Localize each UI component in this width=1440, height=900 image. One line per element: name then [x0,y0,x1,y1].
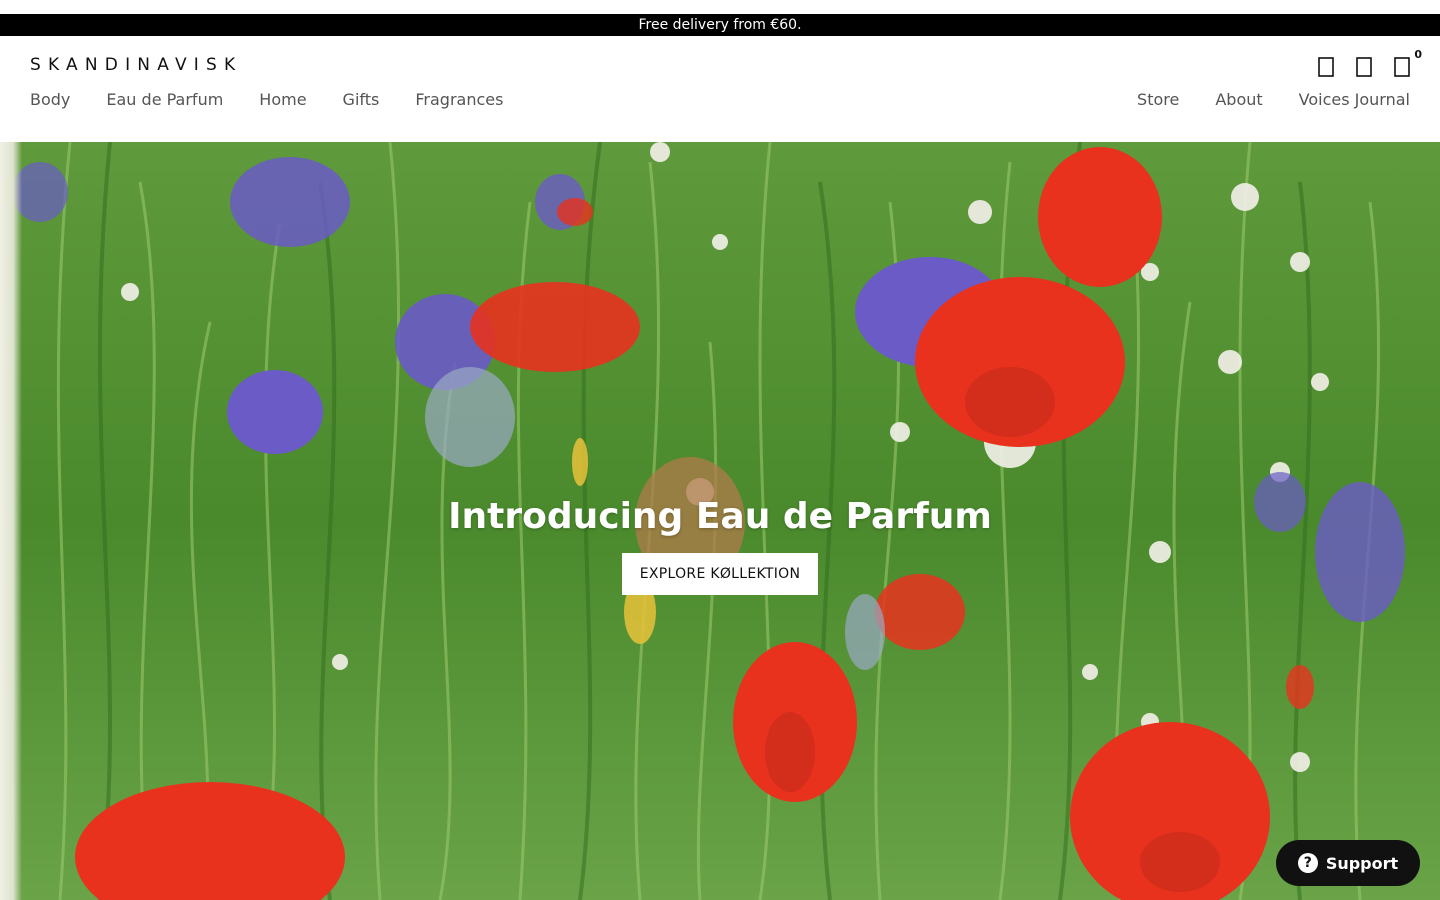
site-header: SKANDINAVISK Body Eau de Parfum Home Gif… [0,36,1440,142]
account-icon[interactable] [1356,56,1374,78]
header-icons: 0 [1318,48,1422,78]
primary-nav: Body Eau de Parfum Home Gifts Fragrances [30,90,503,109]
hero-title: Introducing Eau de Parfum [448,496,992,537]
hero-banner: Introducing Eau de Parfum EXPLORE KØLLEK… [0,142,1440,900]
nav-voices-journal[interactable]: Voices Journal [1299,90,1410,109]
help-icon: ? [1297,853,1318,873]
nav-fragrances[interactable]: Fragrances [415,90,503,109]
logo[interactable]: SKANDINAVISK [30,55,242,75]
support-label: Support [1325,853,1399,873]
support-button[interactable]: ? Support [1276,840,1420,886]
nav-gifts[interactable]: Gifts [343,90,380,109]
nav-home[interactable]: Home [259,90,306,109]
nav-eau-de-parfum[interactable]: Eau de Parfum [106,90,223,109]
explore-collection-button[interactable]: EXPLORE KØLLEKTION [622,553,818,595]
nav-body[interactable]: Body [30,90,70,109]
secondary-nav: Store About Voices Journal [1137,90,1410,109]
announcement-text: Free delivery from €60. [638,17,802,33]
nav-store[interactable]: Store [1137,90,1179,109]
search-icon[interactable] [1318,56,1336,78]
nav-about[interactable]: About [1215,90,1262,109]
cart-icon[interactable]: 0 [1394,48,1422,78]
cart-count-badge: 0 [1414,48,1422,61]
top-gap [0,0,1440,14]
announcement-bar: Free delivery from €60. [0,14,1440,36]
